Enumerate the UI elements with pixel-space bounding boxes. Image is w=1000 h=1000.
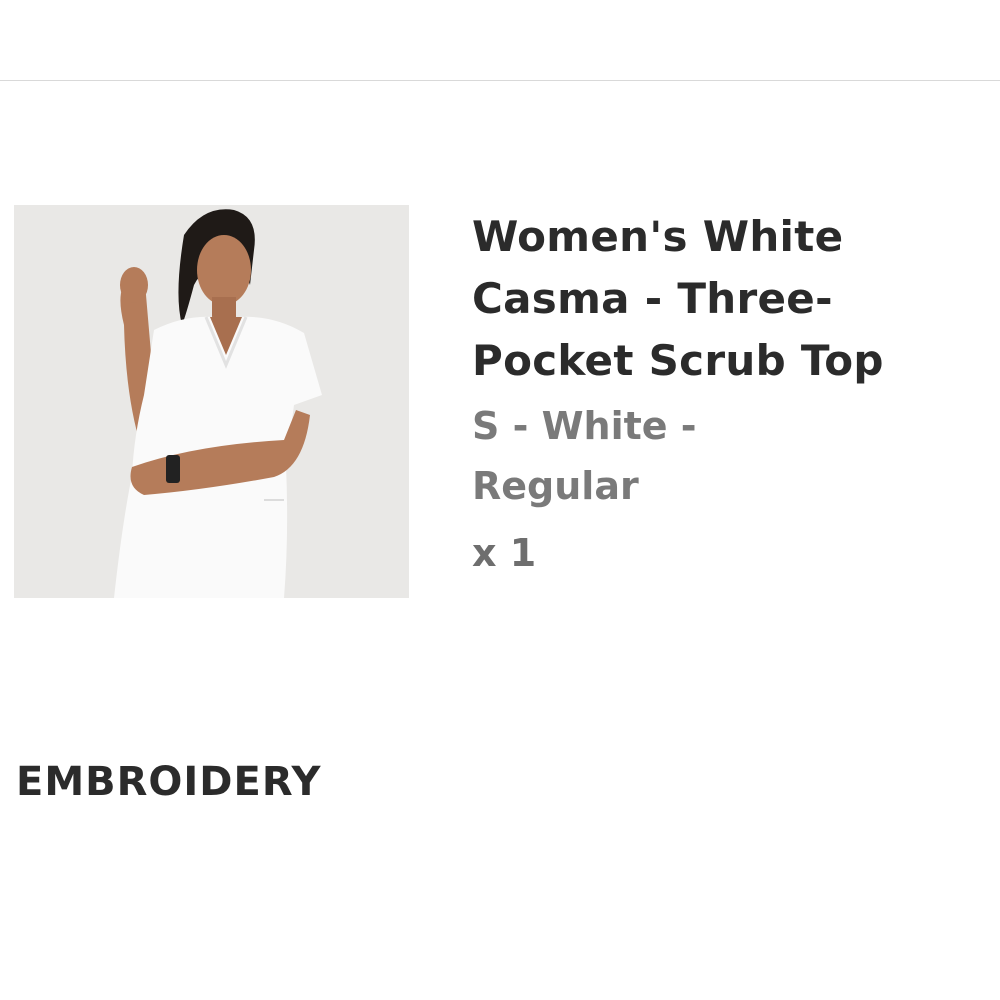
product-info: Women's White Casma - Three-Pocket Scrub… [472,206,972,578]
product-variant: S - White - Regular [472,404,697,508]
embroidery-section-heading: EMBROIDERY [16,759,322,805]
product-photo-scrub-top [14,205,409,598]
product-quantity: x 1 [472,531,537,575]
product-image[interactable] [14,205,409,598]
order-summary-page: Women's White Casma - Three-Pocket Scrub… [0,0,1000,1000]
product-title[interactable]: Women's White Casma - Three-Pocket Scrub… [472,206,972,392]
header-divider [0,80,1000,81]
